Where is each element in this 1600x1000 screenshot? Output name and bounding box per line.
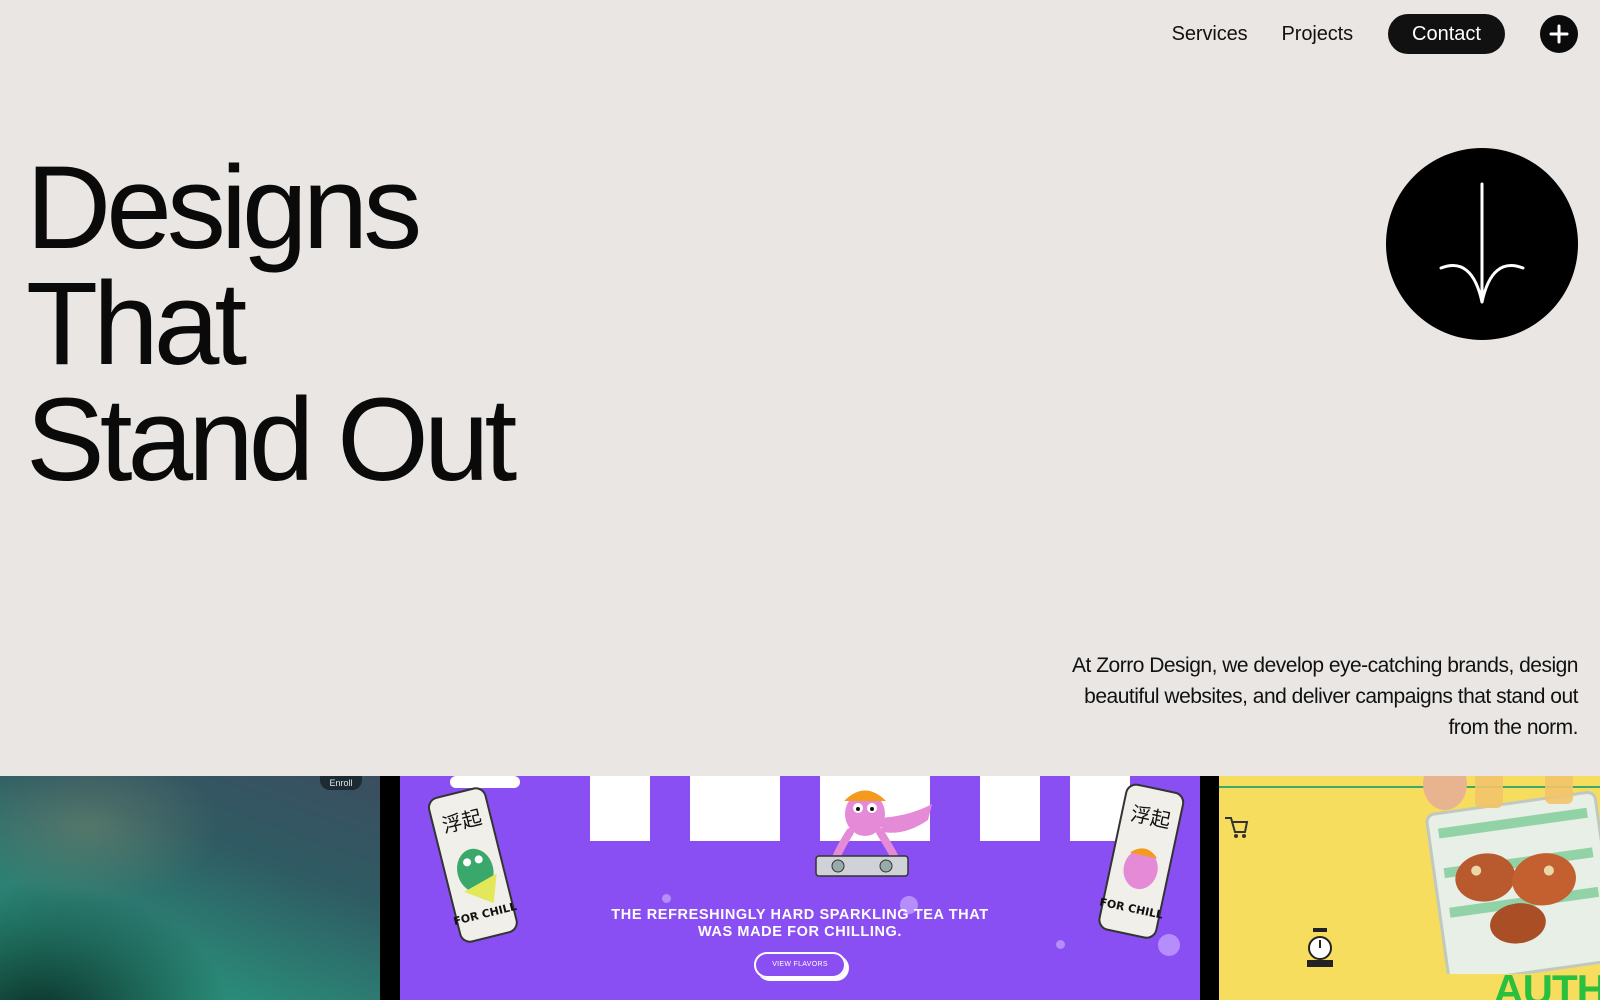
- hero-title-line-2: That: [26, 258, 247, 390]
- project-card-food[interactable]: AUTH: [1219, 776, 1600, 1000]
- wordmark-shapes: [450, 776, 1130, 841]
- enroll-button[interactable]: Enroll: [320, 776, 362, 790]
- projects-strip: Enroll 浮起 FOR CHILL 浮起 FOR CHILL THE REF…: [0, 776, 1600, 1000]
- scale-icon: [1307, 928, 1333, 967]
- gradient-glow: [0, 776, 220, 906]
- nav-projects-link[interactable]: Projects: [1282, 14, 1354, 54]
- bubble: [1056, 940, 1065, 949]
- left-can-illustration: 浮起 FOR CHILL: [427, 787, 518, 943]
- project-card-sparkling-tea[interactable]: 浮起 FOR CHILL 浮起 FOR CHILL THE REFRESHING…: [400, 776, 1200, 1000]
- right-can-illustration: 浮起 FOR CHILL: [1098, 783, 1185, 939]
- menu-plus-button[interactable]: [1540, 15, 1578, 53]
- bubble: [662, 894, 671, 903]
- sparkling-tea-headline: THE REFRESHINGLY HARD SPARKLING TEA THAT…: [611, 907, 989, 940]
- view-flavors-button[interactable]: VIEW FLAVORS: [754, 952, 846, 978]
- contact-button[interactable]: Contact: [1388, 14, 1505, 54]
- food-tray-illustration: [1423, 776, 1600, 974]
- top-nav: Services Projects Contact: [1172, 14, 1578, 54]
- hero-title-line-1: Designs: [26, 142, 422, 274]
- cart-icon: [1225, 817, 1249, 838]
- intro-tagline: At Zorro Design, we develop eye-catching…: [1072, 654, 1578, 739]
- bubble: [1158, 934, 1180, 956]
- nav-services-link[interactable]: Services: [1172, 14, 1248, 54]
- auth-headline: AUTH: [1493, 966, 1600, 1000]
- dj-character-illustration: [815, 790, 932, 877]
- scroll-down-button[interactable]: [1386, 148, 1578, 340]
- project-card-gradient[interactable]: Enroll: [0, 776, 380, 1000]
- arrow-down-icon: [1439, 182, 1525, 304]
- hero-title: Designs That Stand Out: [26, 142, 517, 506]
- plus-icon: [1549, 24, 1569, 44]
- hero-title-line-3: Stand Out: [26, 374, 517, 506]
